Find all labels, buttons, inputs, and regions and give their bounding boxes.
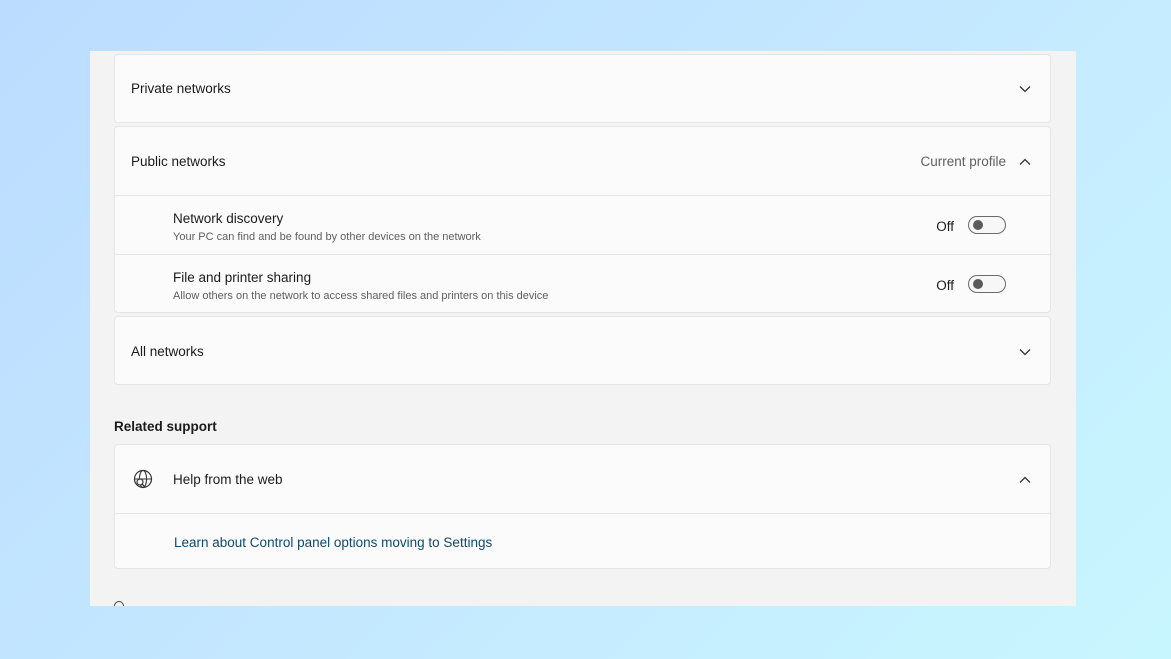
file-printer-sharing-state: Off — [936, 278, 954, 293]
cut-off-icon — [114, 601, 124, 606]
network-discovery-state: Off — [936, 219, 954, 234]
network-discovery-row: Network discovery Your PC can find and b… — [115, 195, 1050, 254]
public-networks-label: Public networks — [131, 154, 226, 169]
public-networks-header[interactable]: Public networks Current profile — [115, 127, 1050, 195]
file-printer-sharing-title: File and printer sharing — [173, 270, 312, 285]
private-networks-card[interactable]: Private networks — [114, 54, 1051, 123]
current-profile-badge: Current profile — [920, 154, 1006, 169]
help-from-web-header[interactable]: Help from the web — [115, 445, 1050, 513]
toggle-knob — [973, 279, 983, 289]
all-networks-label: All networks — [131, 344, 204, 359]
globe-search-icon — [132, 468, 154, 490]
related-support-heading: Related support — [114, 419, 217, 434]
file-printer-sharing-row: File and printer sharing Allow others on… — [115, 254, 1050, 312]
toggle-knob — [973, 220, 983, 230]
help-links-row: Learn about Control panel options moving… — [115, 513, 1050, 568]
file-printer-sharing-description: Allow others on the network to access sh… — [173, 290, 549, 302]
all-networks-card[interactable]: All networks — [114, 316, 1051, 385]
network-discovery-toggle[interactable] — [968, 216, 1006, 234]
network-discovery-description: Your PC can find and be found by other d… — [173, 231, 481, 243]
chevron-up-icon[interactable] — [1018, 473, 1032, 487]
chevron-down-icon[interactable] — [1018, 82, 1032, 96]
file-printer-sharing-toggle[interactable] — [968, 275, 1006, 293]
chevron-up-icon[interactable] — [1018, 155, 1032, 169]
all-networks-header[interactable]: All networks — [115, 317, 1050, 384]
chevron-down-icon[interactable] — [1018, 345, 1032, 359]
private-networks-header[interactable]: Private networks — [115, 55, 1050, 122]
help-from-web-card: Help from the web Learn about Control pa… — [114, 444, 1051, 569]
network-discovery-title: Network discovery — [173, 211, 284, 226]
help-from-web-label: Help from the web — [173, 472, 283, 487]
private-networks-label: Private networks — [131, 81, 231, 96]
control-panel-settings-link[interactable]: Learn about Control panel options moving… — [174, 535, 492, 550]
public-networks-card: Public networks Current profile Network … — [114, 126, 1051, 313]
settings-window: Private networks Public networks Current… — [90, 51, 1076, 606]
